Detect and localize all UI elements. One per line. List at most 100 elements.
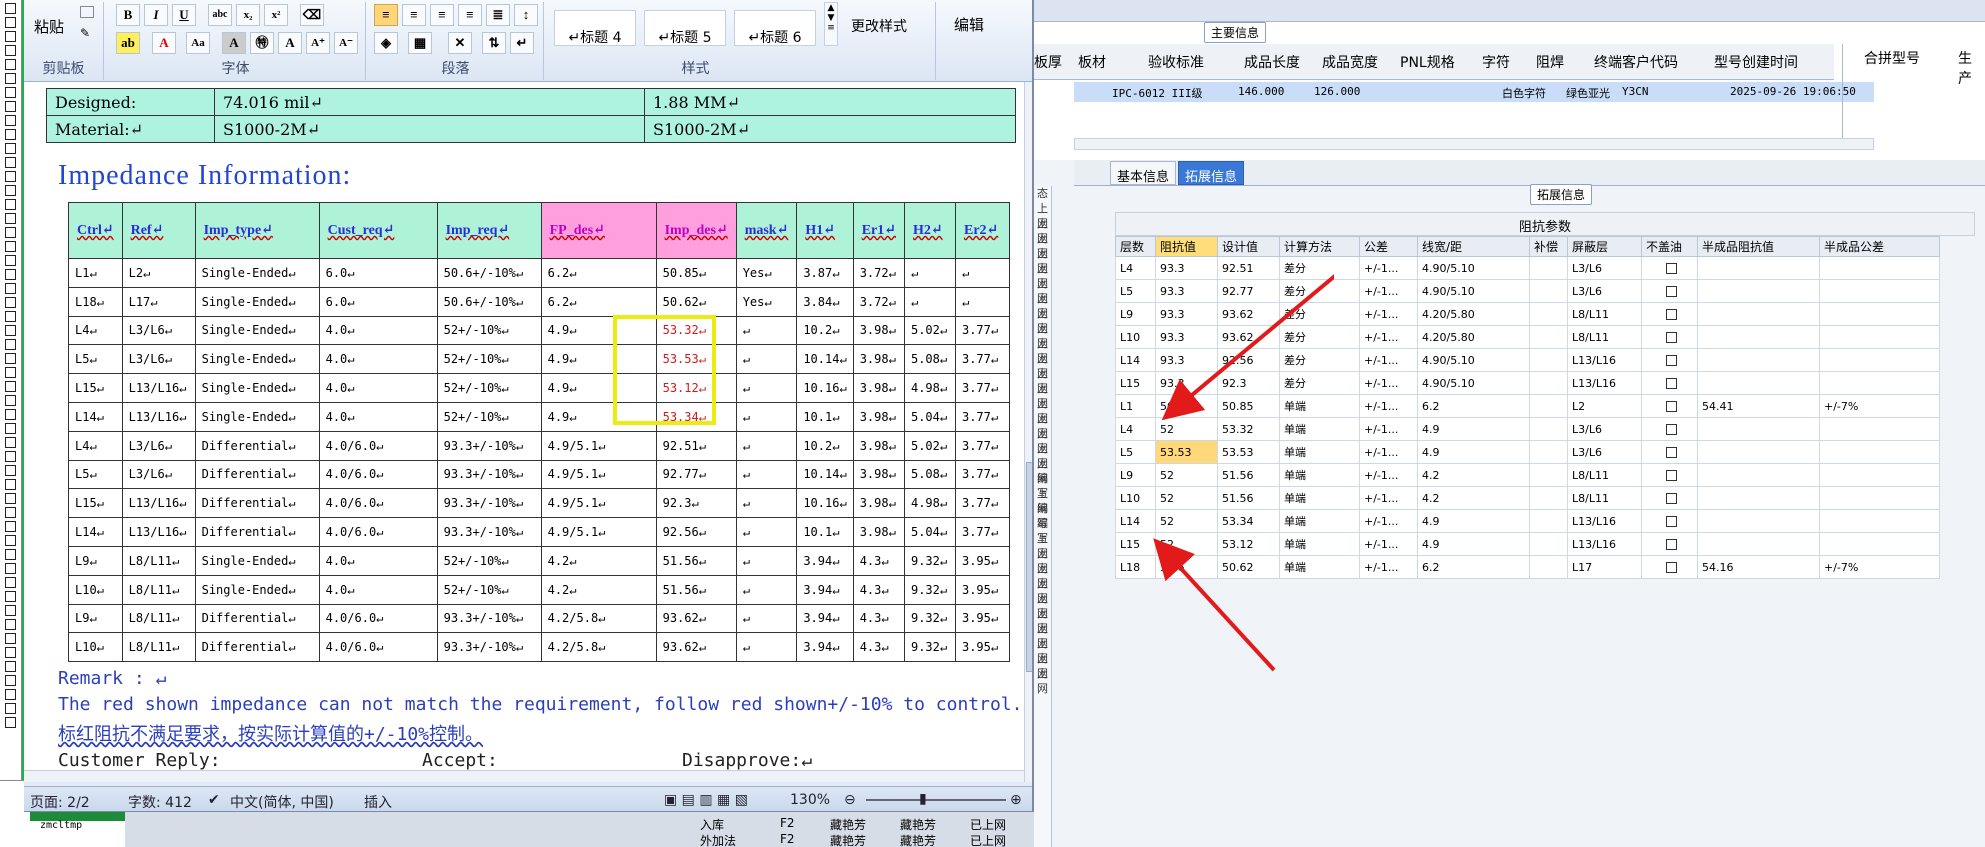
no-cover-oil-checkbox[interactable] <box>1666 378 1677 389</box>
param-cell[interactable] <box>1697 302 1820 326</box>
param-cell[interactable] <box>1641 279 1698 303</box>
no-cover-oil-checkbox[interactable] <box>1666 286 1677 297</box>
param-col-header[interactable]: 半成品公差 <box>1819 236 1940 257</box>
param-cell[interactable]: L3/L6 <box>1567 279 1642 303</box>
param-cell[interactable] <box>1641 440 1698 464</box>
param-cell[interactable] <box>1819 348 1940 372</box>
param-cell[interactable] <box>1697 325 1820 349</box>
param-cell[interactable]: L8/L11 <box>1567 486 1642 510</box>
copy-icon[interactable] <box>80 6 94 18</box>
param-cell[interactable] <box>1819 509 1940 533</box>
param-col-header[interactable]: 半成品阻抗值 <box>1697 236 1820 257</box>
param-cell[interactable]: 4.9 <box>1417 509 1530 533</box>
param-cell[interactable] <box>1819 440 1940 464</box>
param-cell[interactable] <box>1697 532 1820 556</box>
param-cell[interactable] <box>1641 417 1698 441</box>
param-cell[interactable]: L17 <box>1567 555 1642 579</box>
param-cell[interactable]: L3/L6 <box>1567 417 1642 441</box>
param-cell[interactable] <box>1697 417 1820 441</box>
param-cell[interactable] <box>1529 371 1568 395</box>
borders-button[interactable]: ▦ <box>408 32 432 54</box>
highlight-color-button[interactable]: ab <box>116 32 140 54</box>
no-cover-oil-checkbox[interactable] <box>1666 263 1677 274</box>
param-cell[interactable] <box>1529 394 1568 418</box>
param-cell[interactable] <box>1697 440 1820 464</box>
no-cover-oil-checkbox[interactable] <box>1666 309 1677 320</box>
param-cell[interactable] <box>1697 371 1820 395</box>
param-cell[interactable]: +/-1... <box>1359 371 1418 395</box>
change-case-button[interactable]: Aa <box>186 32 210 54</box>
param-cell[interactable] <box>1529 302 1568 326</box>
no-cover-oil-checkbox[interactable] <box>1666 424 1677 435</box>
bold-button[interactable]: B <box>116 4 140 26</box>
tab-extended-info[interactable]: 拓展信息 <box>1178 161 1245 185</box>
param-cell[interactable]: 4.20/5.80 <box>1417 302 1530 326</box>
param-cell[interactable] <box>1641 463 1698 487</box>
param-cell[interactable] <box>1819 532 1940 556</box>
param-cell[interactable]: 4.2 <box>1417 486 1530 510</box>
param-cell[interactable] <box>1529 532 1568 556</box>
param-col-header[interactable]: 屏蔽层 <box>1567 236 1642 257</box>
word-count[interactable]: 字数: 412 <box>128 792 192 811</box>
align-left-button[interactable]: ≡ <box>374 4 398 26</box>
no-cover-oil-checkbox[interactable] <box>1666 470 1677 481</box>
param-col-header[interactable]: 公差 <box>1359 236 1418 257</box>
style-heading6[interactable]: ↵标题 6 <box>734 10 816 46</box>
param-cell[interactable] <box>1641 302 1698 326</box>
document-page[interactable]: Designed: 74.016 mil↵ 1.88 MM↵ Material:… <box>24 82 1024 782</box>
param-cell[interactable]: 4.90/5.10 <box>1417 348 1530 372</box>
param-cell[interactable]: +/-1... <box>1359 279 1418 303</box>
grow-font-button[interactable]: A⁺ <box>306 32 330 54</box>
char-shading-button[interactable]: A <box>222 32 246 54</box>
param-cell[interactable]: +/-1... <box>1359 394 1418 418</box>
param-cell[interactable] <box>1819 463 1940 487</box>
param-cell[interactable] <box>1819 325 1940 349</box>
param-cell[interactable]: +/-1... <box>1359 302 1418 326</box>
clear-format-icon[interactable]: ⌫ <box>300 4 324 26</box>
styles-scroll[interactable]: ▲ ▼ ≡ <box>824 2 838 46</box>
shrink-font-button[interactable]: A⁻ <box>334 32 358 54</box>
chinese-layout-button[interactable]: ✕ <box>448 32 472 54</box>
param-cell[interactable]: L8/L11 <box>1567 463 1642 487</box>
change-styles-button[interactable]: 更改样式 <box>844 16 914 36</box>
param-cell[interactable]: L13/L16 <box>1567 509 1642 533</box>
param-cell[interactable]: L13/L16 <box>1567 532 1642 556</box>
param-cell[interactable]: L3/L6 <box>1567 256 1642 280</box>
param-cell[interactable]: 54.16 <box>1697 555 1820 579</box>
param-cell[interactable]: 4.9 <box>1417 417 1530 441</box>
param-cell[interactable]: +/-1... <box>1359 486 1418 510</box>
param-cell[interactable]: 6.2 <box>1417 555 1530 579</box>
param-cell[interactable]: 4.9 <box>1417 532 1530 556</box>
param-cell[interactable] <box>1819 302 1940 326</box>
page-indicator[interactable]: 页面: 2/2 <box>30 792 90 811</box>
strikethrough-button[interactable]: abc <box>208 4 232 26</box>
no-cover-oil-checkbox[interactable] <box>1666 516 1677 527</box>
param-cell[interactable] <box>1697 279 1820 303</box>
top-hscroll[interactable] <box>1074 138 1874 150</box>
insert-mode[interactable]: 插入 <box>364 792 392 811</box>
spellcheck-icon[interactable]: ✔ <box>208 792 220 808</box>
param-cell[interactable] <box>1697 256 1820 280</box>
param-cell[interactable] <box>1641 532 1698 556</box>
param-cell[interactable] <box>1641 509 1698 533</box>
param-cell[interactable] <box>1697 348 1820 372</box>
vertical-scrollbar[interactable] <box>1024 82 1032 782</box>
zoom-out-icon[interactable]: ⊖ <box>844 792 856 808</box>
param-cell[interactable] <box>1641 348 1698 372</box>
param-cell[interactable] <box>1819 371 1940 395</box>
format-painter-icon[interactable]: ✎ <box>80 26 94 40</box>
line-spacing-button[interactable]: ↕ <box>514 4 538 26</box>
align-center-button[interactable]: ≡ <box>402 4 426 26</box>
param-cell[interactable] <box>1641 325 1698 349</box>
shading-button[interactable]: ◈ <box>374 32 398 54</box>
underline-button[interactable]: U <box>172 4 196 26</box>
no-cover-oil-checkbox[interactable] <box>1666 562 1677 573</box>
param-cell[interactable]: 4.20/5.80 <box>1417 325 1530 349</box>
align-right-button[interactable]: ≡ <box>430 4 454 26</box>
font-color-button[interactable]: A <box>152 32 176 54</box>
param-col-header[interactable]: 不盖油 <box>1641 236 1698 257</box>
param-cell[interactable]: 4.90/5.10 <box>1417 279 1530 303</box>
italic-button[interactable]: I <box>144 4 168 26</box>
param-cell[interactable] <box>1529 348 1568 372</box>
style-heading5[interactable]: ↵标题 5 <box>644 10 726 46</box>
